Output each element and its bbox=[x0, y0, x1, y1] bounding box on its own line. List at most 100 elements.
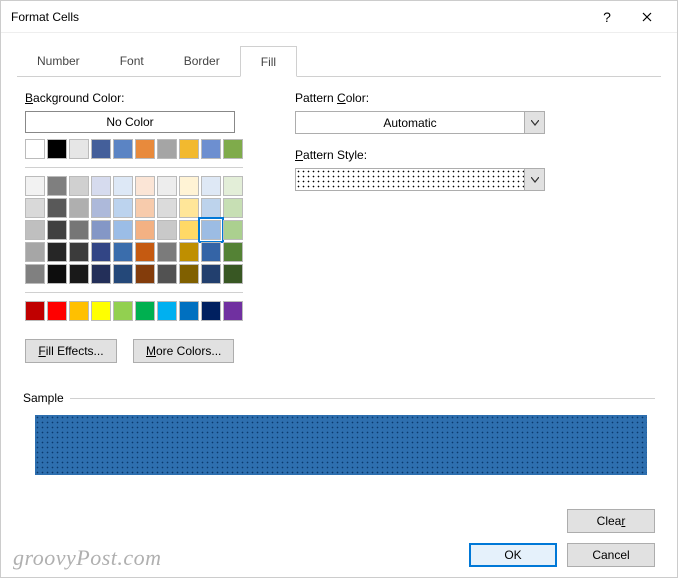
sample-preview bbox=[35, 415, 647, 475]
color-swatch[interactable] bbox=[223, 264, 243, 284]
color-swatch[interactable] bbox=[179, 139, 199, 159]
color-swatch[interactable] bbox=[91, 242, 111, 262]
watermark: groovyPost.com bbox=[13, 545, 162, 571]
tab-border[interactable]: Border bbox=[164, 46, 240, 77]
color-swatch[interactable] bbox=[47, 264, 67, 284]
color-swatch[interactable] bbox=[157, 264, 177, 284]
divider bbox=[70, 398, 655, 399]
cancel-button[interactable]: Cancel bbox=[567, 543, 655, 567]
color-swatch[interactable] bbox=[69, 242, 89, 262]
color-swatch[interactable] bbox=[25, 301, 45, 321]
help-button[interactable]: ? bbox=[587, 2, 627, 32]
color-swatch[interactable] bbox=[113, 301, 133, 321]
color-swatch[interactable] bbox=[179, 301, 199, 321]
color-swatch[interactable] bbox=[223, 242, 243, 262]
color-swatch[interactable] bbox=[69, 139, 89, 159]
standard-color-row bbox=[25, 301, 245, 321]
color-swatch[interactable] bbox=[201, 139, 221, 159]
color-swatch[interactable] bbox=[25, 220, 45, 240]
color-swatch[interactable] bbox=[91, 139, 111, 159]
color-swatch[interactable] bbox=[69, 264, 89, 284]
more-colors-button[interactable]: More Colors... bbox=[133, 339, 234, 363]
color-swatch[interactable] bbox=[157, 139, 177, 159]
background-color-label: Background Color: bbox=[25, 91, 245, 105]
color-swatch[interactable] bbox=[135, 176, 155, 196]
color-swatch[interactable] bbox=[113, 198, 133, 218]
tab-number[interactable]: Number bbox=[17, 46, 100, 77]
pattern-style-label: Pattern Style: bbox=[295, 148, 545, 162]
sample-fieldset: Sample bbox=[23, 391, 655, 475]
color-swatch[interactable] bbox=[157, 242, 177, 262]
color-swatch[interactable] bbox=[223, 176, 243, 196]
color-swatch[interactable] bbox=[91, 198, 111, 218]
color-swatch[interactable] bbox=[201, 301, 221, 321]
color-swatch[interactable] bbox=[179, 264, 199, 284]
color-swatch[interactable] bbox=[135, 264, 155, 284]
color-swatch[interactable] bbox=[25, 139, 45, 159]
color-swatch[interactable] bbox=[201, 176, 221, 196]
color-swatch[interactable] bbox=[69, 176, 89, 196]
theme-color-grid bbox=[25, 176, 245, 284]
color-swatch[interactable] bbox=[113, 176, 133, 196]
color-swatch[interactable] bbox=[179, 220, 199, 240]
color-swatch[interactable] bbox=[157, 176, 177, 196]
clear-button[interactable]: Clear bbox=[567, 509, 655, 533]
color-swatch[interactable] bbox=[201, 242, 221, 262]
fill-pane: Background Color: No Color Fill Effects.… bbox=[17, 77, 661, 371]
color-swatch[interactable] bbox=[47, 198, 67, 218]
color-swatch[interactable] bbox=[113, 139, 133, 159]
no-color-button[interactable]: No Color bbox=[25, 111, 235, 133]
color-swatch[interactable] bbox=[91, 264, 111, 284]
color-swatch[interactable] bbox=[113, 264, 133, 284]
color-swatch[interactable] bbox=[47, 220, 67, 240]
ok-button[interactable]: OK bbox=[469, 543, 557, 567]
color-swatch[interactable] bbox=[91, 301, 111, 321]
color-swatch[interactable] bbox=[47, 176, 67, 196]
color-swatch[interactable] bbox=[135, 220, 155, 240]
color-swatch[interactable] bbox=[157, 198, 177, 218]
color-button-row: Fill Effects... More Colors... bbox=[25, 339, 245, 363]
color-swatch[interactable] bbox=[157, 220, 177, 240]
pattern-style-dropdown[interactable] bbox=[295, 168, 545, 191]
color-swatch[interactable] bbox=[113, 220, 133, 240]
color-swatch[interactable] bbox=[135, 139, 155, 159]
color-swatch[interactable] bbox=[201, 264, 221, 284]
color-swatch[interactable] bbox=[223, 198, 243, 218]
pattern-color-dropdown[interactable]: Automatic bbox=[295, 111, 545, 134]
close-button[interactable] bbox=[627, 2, 667, 32]
color-swatch[interactable] bbox=[25, 264, 45, 284]
color-swatch[interactable] bbox=[179, 242, 199, 262]
color-swatch[interactable] bbox=[179, 176, 199, 196]
color-swatch[interactable] bbox=[157, 301, 177, 321]
color-swatch[interactable] bbox=[91, 176, 111, 196]
color-swatch[interactable] bbox=[135, 198, 155, 218]
color-swatch[interactable] bbox=[25, 242, 45, 262]
color-swatch[interactable] bbox=[69, 301, 89, 321]
color-swatch[interactable] bbox=[179, 198, 199, 218]
pattern-color-value: Automatic bbox=[296, 116, 524, 130]
format-cells-dialog: Format Cells ? Number Font Border Fill B… bbox=[0, 0, 678, 578]
color-swatch[interactable] bbox=[201, 198, 221, 218]
color-swatch[interactable] bbox=[91, 220, 111, 240]
color-swatch[interactable] bbox=[223, 139, 243, 159]
window-title: Format Cells bbox=[11, 10, 587, 24]
fill-effects-button[interactable]: Fill Effects... bbox=[25, 339, 117, 363]
color-swatch[interactable] bbox=[223, 220, 243, 240]
color-swatch[interactable] bbox=[25, 198, 45, 218]
color-swatch[interactable] bbox=[47, 242, 67, 262]
color-swatch[interactable] bbox=[223, 301, 243, 321]
tab-font[interactable]: Font bbox=[100, 46, 164, 77]
basic-color-row bbox=[25, 139, 245, 159]
color-swatch[interactable] bbox=[47, 301, 67, 321]
color-swatch[interactable] bbox=[135, 301, 155, 321]
tab-fill[interactable]: Fill bbox=[240, 46, 297, 77]
color-swatch[interactable] bbox=[135, 242, 155, 262]
color-swatch[interactable] bbox=[25, 176, 45, 196]
chevron-down-icon bbox=[524, 169, 544, 190]
color-swatch[interactable] bbox=[69, 198, 89, 218]
divider bbox=[25, 167, 243, 168]
color-swatch[interactable] bbox=[201, 220, 221, 240]
color-swatch[interactable] bbox=[69, 220, 89, 240]
color-swatch[interactable] bbox=[47, 139, 67, 159]
color-swatch[interactable] bbox=[113, 242, 133, 262]
